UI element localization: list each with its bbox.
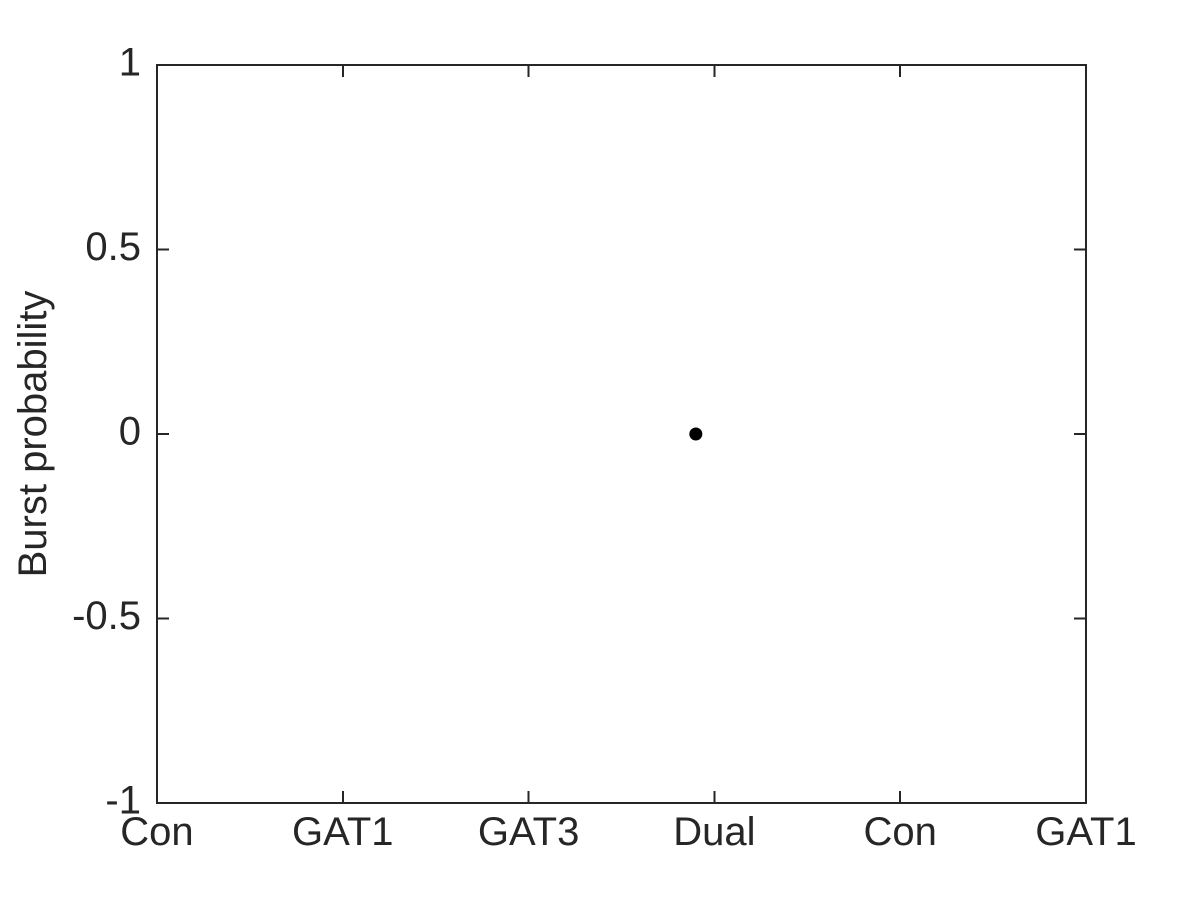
x-tick-label: Con <box>120 810 193 854</box>
plot-background <box>157 65 1086 803</box>
x-tick-label: Con <box>864 810 937 854</box>
x-tick-label: GAT3 <box>478 810 580 854</box>
data-markers-group <box>689 427 703 441</box>
chart-figure: 1 0.5 0 -0.5 -1 Con GAT1 GAT3 Dual Con GAT1 Burst… <box>0 0 1200 900</box>
y-tick-label: 0.5 <box>85 225 141 269</box>
data-point-marker <box>689 427 703 441</box>
y-tick-label: 0 <box>119 410 141 454</box>
x-tick-label: GAT1 <box>292 810 394 854</box>
y-tick-labels-group: 10.50-0.5-1 <box>72 41 141 823</box>
y-tick-label: 1 <box>119 41 141 85</box>
x-tick-labels-group: Con GAT1 GAT3 Dual Con GAT1 <box>120 810 1136 854</box>
y-axis-title: Burst probability <box>11 291 55 578</box>
y-tick-label: -0.5 <box>72 594 141 638</box>
scatter-plot: 10.50-0.5-1 Con GAT1 GAT3 Dual Con GAT1 Burst… <box>11 41 1137 854</box>
x-tick-label: Dual <box>673 810 755 854</box>
x-tick-label: GAT1 <box>1035 810 1137 854</box>
